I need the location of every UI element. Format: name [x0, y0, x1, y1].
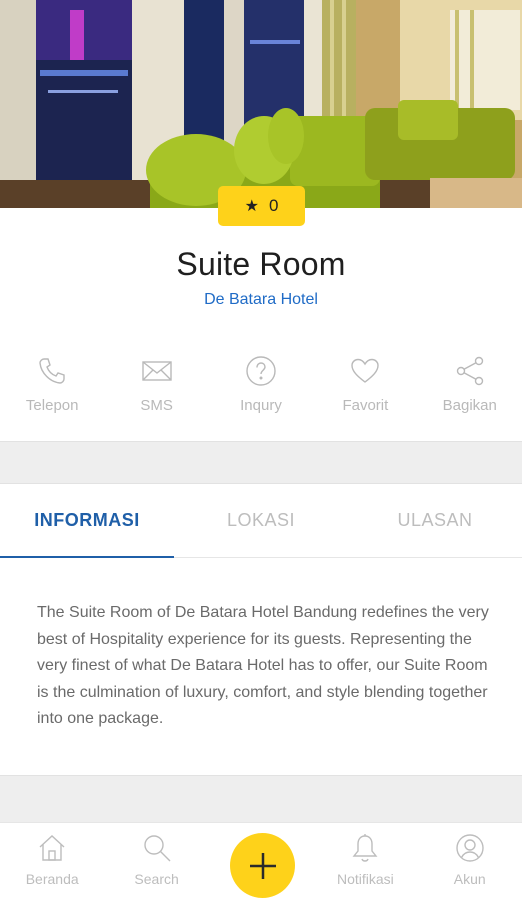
nav-label: Search — [134, 871, 179, 887]
rating-badge: ★ 0 — [218, 186, 305, 226]
phone-icon — [39, 358, 65, 384]
nav-search[interactable]: Search — [104, 823, 208, 900]
action-label: Inqury — [240, 397, 282, 414]
nav-label: Notifikasi — [336, 871, 394, 887]
action-label: Bagikan — [442, 397, 497, 414]
heart-icon — [351, 358, 380, 383]
envelope-icon — [141, 361, 172, 381]
page-title: Suite Room — [176, 246, 346, 282]
tab-informasi[interactable]: INFORMASI — [0, 484, 174, 558]
section-divider — [0, 441, 522, 484]
tab-ulasan[interactable]: ULASAN — [348, 484, 522, 557]
sms-button[interactable]: SMS — [104, 355, 208, 425]
hero-photo — [0, 0, 522, 208]
nav-akun[interactable]: Akun — [418, 823, 522, 900]
section-divider — [0, 775, 522, 823]
action-label: Telepon — [25, 397, 79, 414]
action-label: SMS — [140, 397, 173, 414]
home-icon — [39, 835, 65, 861]
action-label: Favorit — [342, 397, 389, 414]
bell-icon — [352, 834, 378, 862]
action-row: Telepon SMS Inqury Favorit Bagikan — [0, 355, 522, 425]
star-icon: ★ — [244, 198, 259, 215]
share-button[interactable]: Bagikan — [418, 355, 522, 425]
tab-lokasi[interactable]: LOKASI — [174, 484, 348, 557]
rating-value: 0 — [268, 196, 279, 215]
nav-beranda[interactable]: Beranda — [0, 823, 104, 900]
question-icon — [246, 356, 276, 386]
search-icon — [143, 835, 171, 862]
nav-label: Akun — [453, 871, 486, 887]
nav-notifikasi[interactable]: Notifikasi — [313, 823, 417, 900]
hotel-link[interactable]: De Batara Hotel — [0, 291, 522, 309]
favorite-button[interactable]: Favorit — [313, 355, 417, 425]
tab-bar: INFORMASI LOKASI ULASAN — [0, 484, 522, 558]
plus-icon — [249, 852, 276, 879]
room-description: The Suite Room of De Batara Hotel Bandun… — [37, 604, 489, 727]
nav-label: Beranda — [25, 871, 79, 887]
inquiry-button[interactable]: Inqury — [209, 355, 313, 425]
add-button[interactable] — [230, 833, 295, 898]
account-icon — [456, 834, 484, 862]
share-icon — [456, 356, 483, 386]
call-button[interactable]: Telepon — [0, 355, 104, 425]
